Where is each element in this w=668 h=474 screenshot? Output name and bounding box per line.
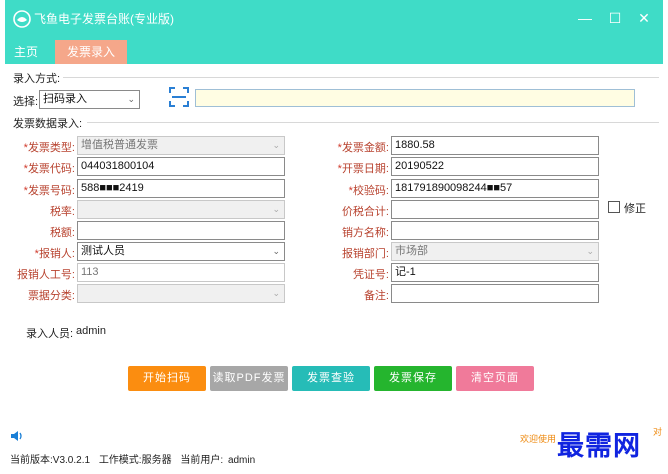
chevron-down-icon: ⌄ — [272, 246, 280, 256]
app-logo-icon — [13, 10, 31, 28]
title-bar: 飞鱼电子发票台账(专业版) — ☐ ✕ — [5, 0, 663, 38]
invoice-amount-input[interactable]: 1880.58 — [391, 136, 599, 155]
select-label: 选择: — [13, 96, 39, 108]
department-label: 报销部门: — [341, 248, 389, 260]
welcome-text: 欢迎使用 — [520, 434, 557, 444]
status-bar: 当前版本:V3.0.2.1 工作模式:服务器 当前用户: admin — [10, 451, 261, 466]
app-window: 飞鱼电子发票台账(专业版) — ☐ ✕ 主页 发票录入 录入方式: 选择: 扫码… — [5, 0, 663, 474]
correction-checkbox[interactable] — [608, 201, 620, 213]
recorder-label: 录入人员: — [26, 328, 74, 340]
invoice-number-label: *发票号码: — [23, 185, 75, 197]
reimburser-select[interactable]: 测试人员 ⌄ — [77, 242, 285, 261]
invoice-amount-label: *发票金额: — [337, 142, 389, 154]
current-user-label: 当前用户: — [180, 455, 224, 466]
invoice-type-value: 增值税普通发票 — [81, 139, 158, 151]
issue-date-input[interactable]: 20190522 — [391, 157, 599, 176]
window-title: 飞鱼电子发票台账(专业版) — [34, 12, 174, 26]
invoice-data-label: 发票数据录入: — [13, 118, 83, 130]
close-icon[interactable]: ✕ — [632, 7, 656, 29]
check-code-input[interactable]: 181791890098244■■57 — [391, 179, 599, 198]
maximize-icon[interactable]: ☐ — [603, 7, 627, 29]
recorder-value: admin — [76, 325, 106, 337]
tab-home[interactable]: 主页 — [5, 40, 47, 64]
marquee-tail: 对 — [653, 427, 663, 437]
correction-label: 修正 — [624, 203, 646, 215]
scan-code-input[interactable] — [195, 89, 635, 107]
total-with-tax-label: 价税合计: — [341, 206, 389, 218]
voucher-number-input[interactable]: 记-1 — [391, 263, 599, 282]
chevron-down-icon: ⌄ — [127, 94, 135, 104]
voucher-number-label: 凭证号: — [352, 269, 389, 281]
entry-mode-select[interactable]: 扫码录入 ⌄ — [39, 90, 140, 109]
start-scan-button[interactable]: 开始扫码 — [128, 366, 206, 391]
save-invoice-button[interactable]: 发票保存 — [374, 366, 452, 391]
clear-page-button[interactable]: 清空页面 — [456, 366, 534, 391]
tax-amount-label: 税额: — [49, 227, 75, 239]
check-code-label: *校验码: — [348, 185, 389, 197]
check-invoice-button[interactable]: 发票查验 — [292, 366, 370, 391]
employee-id-label: 报销人工号: — [16, 269, 75, 281]
speaker-icon[interactable] — [10, 430, 24, 442]
tax-amount-input[interactable] — [77, 221, 285, 240]
version-text: 当前版本:V3.0.2.1 — [10, 455, 91, 466]
total-with-tax-input[interactable] — [391, 200, 599, 219]
read-pdf-button[interactable]: 读取PDF发票 — [210, 366, 288, 391]
minimize-icon[interactable]: — — [573, 7, 597, 29]
invoice-code-label: *发票代码: — [23, 163, 75, 175]
work-mode-text: 工作模式:服务器 — [98, 455, 172, 466]
divider — [87, 122, 659, 123]
remarks-input[interactable] — [391, 284, 599, 303]
scan-icon[interactable] — [169, 87, 189, 107]
employee-id-input[interactable]: 113 — [77, 263, 285, 282]
invoice-type-select[interactable]: 增值税普通发票 ⌄ — [77, 136, 285, 155]
chevron-down-icon: ⌄ — [272, 204, 280, 214]
tab-invoice-entry[interactable]: 发票录入 — [55, 40, 127, 64]
invoice-number-input[interactable]: 588■■■2419 — [77, 179, 285, 198]
chevron-down-icon: ⌄ — [586, 246, 594, 256]
reimburser-label: *报销人: — [34, 248, 75, 260]
current-user-value: admin — [227, 455, 256, 466]
department-value: 市场部 — [395, 245, 428, 257]
remarks-label: 备注: — [363, 290, 389, 302]
bill-category-label: 票据分类: — [27, 290, 75, 302]
chevron-down-icon: ⌄ — [272, 140, 280, 150]
department-select[interactable]: 市场部 ⌄ — [391, 242, 599, 261]
bill-category-select[interactable]: ⌄ — [77, 284, 285, 303]
watermark-logo: 最需网 — [557, 431, 641, 462]
tab-bar: 主页 发票录入 — [5, 38, 663, 64]
seller-name-label: 销方名称: — [341, 227, 389, 239]
reimburser-value: 测试人员 — [81, 245, 125, 257]
divider — [63, 77, 659, 78]
tax-rate-select[interactable]: ⌄ — [77, 200, 285, 219]
invoice-type-label: *发票类型: — [23, 142, 75, 154]
entry-mode-label: 录入方式: — [13, 73, 61, 85]
seller-name-input[interactable] — [391, 221, 599, 240]
issue-date-label: *开票日期: — [337, 163, 389, 175]
entry-mode-select-value: 扫码录入 — [43, 93, 87, 105]
tax-rate-label: 税率: — [49, 206, 75, 218]
chevron-down-icon: ⌄ — [272, 288, 280, 298]
invoice-code-input[interactable]: 044031800104 — [77, 157, 285, 176]
